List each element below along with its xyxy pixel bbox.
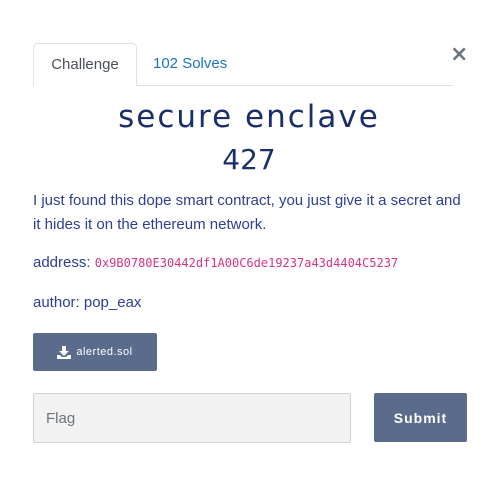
tab-bar: Challenge 102 Solves <box>33 43 453 86</box>
close-icon[interactable]: × <box>450 42 468 68</box>
address-label: address: <box>33 254 91 271</box>
submit-button[interactable]: Submit <box>374 393 467 442</box>
download-icon <box>57 345 72 359</box>
challenge-points: 427 <box>222 143 276 176</box>
file-name: alerted.sol <box>76 346 133 358</box>
challenge-modal: Challenge 102 Solves × secure enclave 42… <box>0 0 498 503</box>
download-file-button[interactable]: alerted.sol <box>33 333 157 371</box>
address-value: 0x9B0780E30442df1A00C6de19237a43d4404C52… <box>94 256 399 270</box>
tab-challenge[interactable]: Challenge <box>33 43 137 86</box>
challenge-description: I just found this dope smart contract, y… <box>33 192 461 233</box>
challenge-author: author: pop_eax <box>33 294 142 311</box>
contract-address: address: 0x9B0780E30442df1A00C6de19237a4… <box>33 254 398 271</box>
flag-input[interactable] <box>33 393 351 443</box>
challenge-title: secure enclave <box>118 99 380 135</box>
tab-solves[interactable]: 102 Solves <box>153 43 227 85</box>
